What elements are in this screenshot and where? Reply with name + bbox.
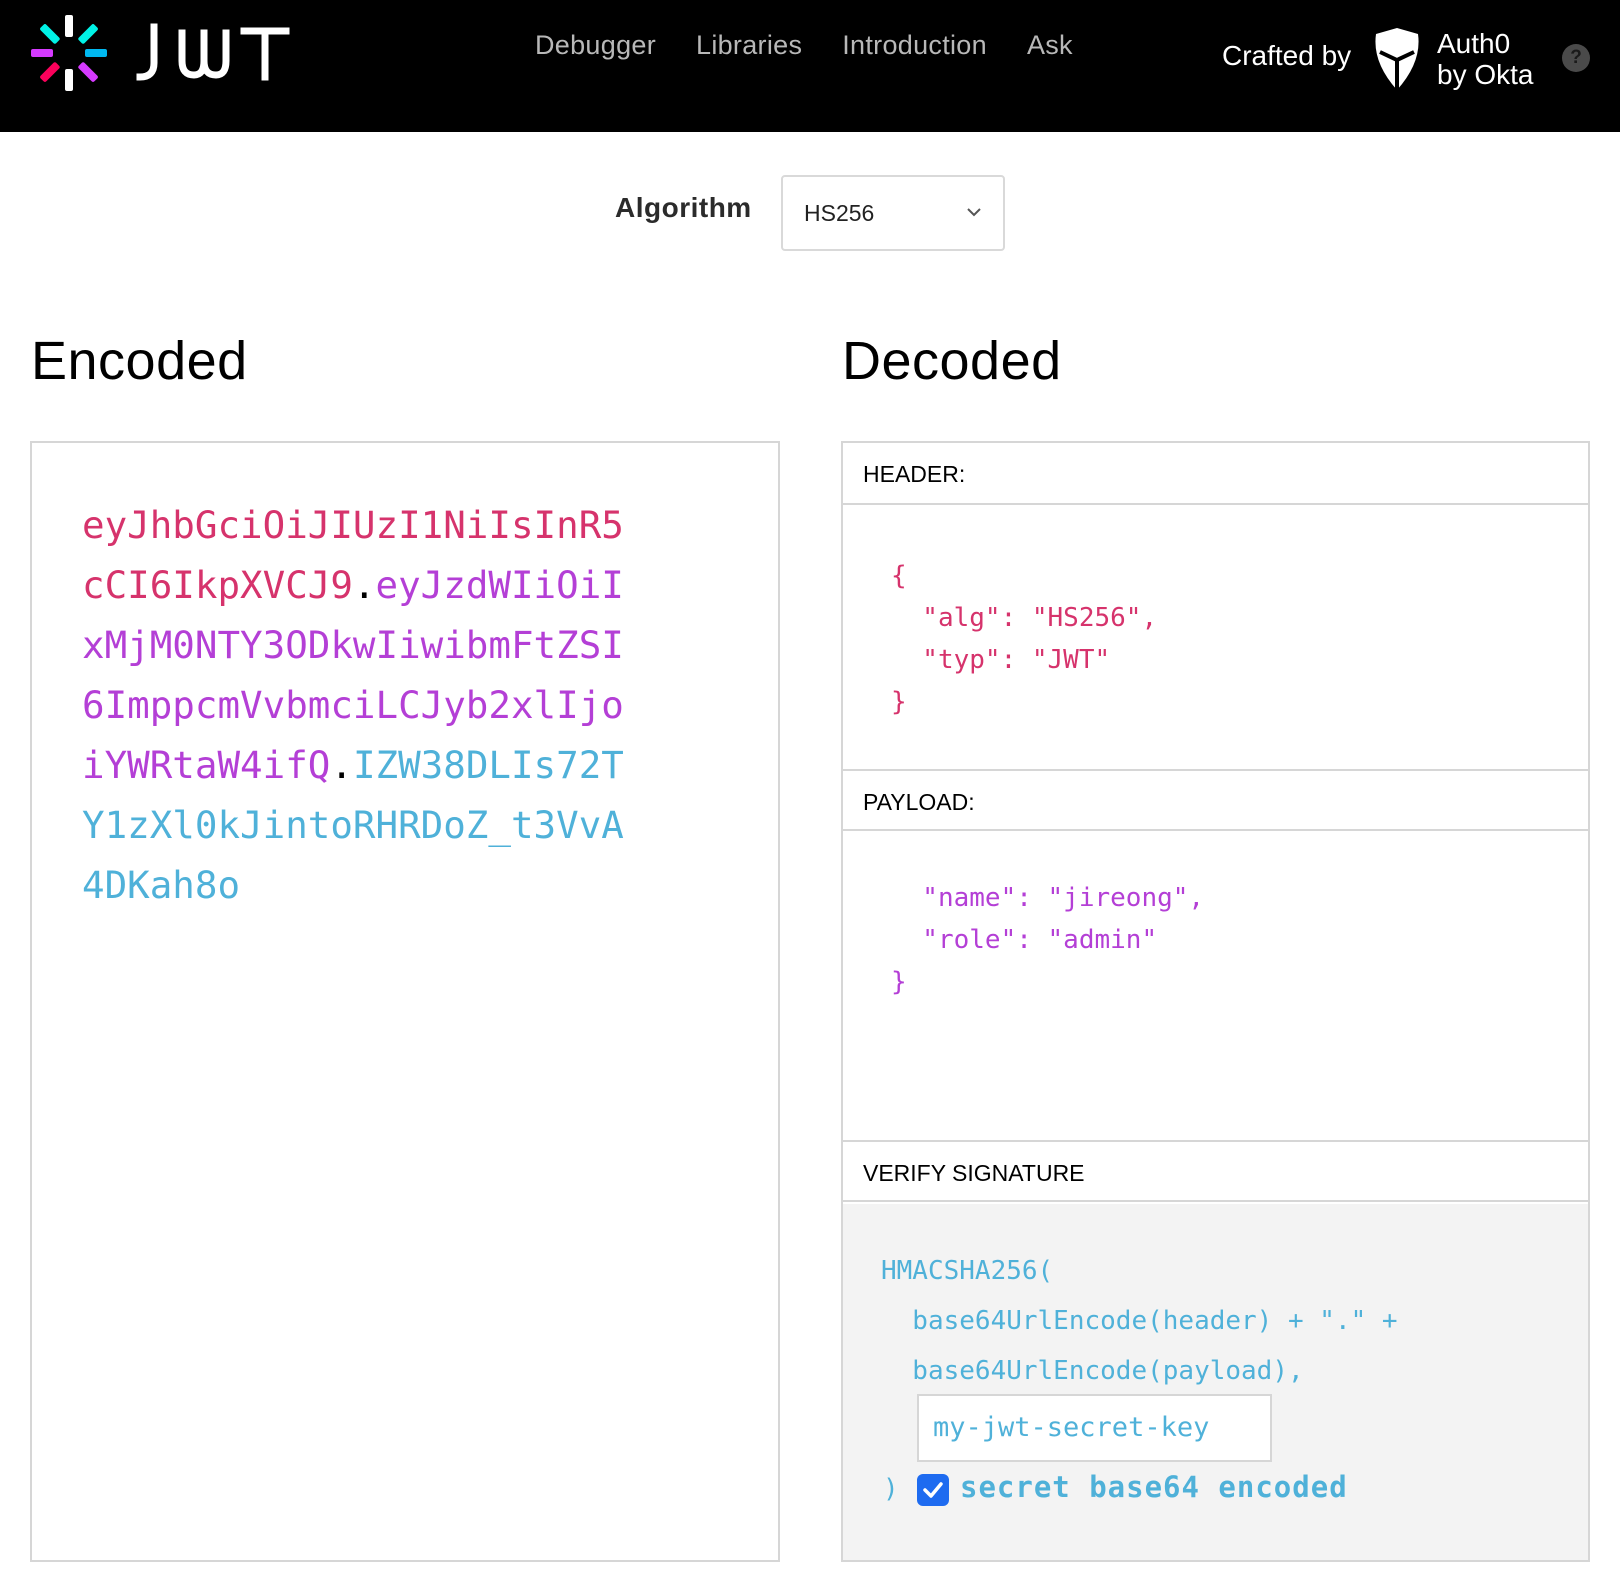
payload-json-line: } xyxy=(891,967,907,997)
algorithm-select[interactable]: HS256 xyxy=(781,175,1005,251)
verify-signature-body: HMACSHA256( base64UrlEncode(header) + ".… xyxy=(843,1204,1588,1560)
secret-key-input[interactable]: my-jwt-secret-key xyxy=(917,1394,1272,1462)
jwt-logo-icon xyxy=(31,15,107,91)
crafted-by-text: Crafted by xyxy=(1222,40,1352,71)
encoded-heading: Encoded xyxy=(31,331,248,391)
auth0-shield-icon[interactable] xyxy=(1370,26,1424,92)
header-json-line: } xyxy=(891,687,907,717)
payload-section-title: PAYLOAD: xyxy=(843,769,1588,831)
payload-json-editor[interactable]: "name": "jireong", "role": "admin"} xyxy=(891,877,1204,1003)
header-json-line: "alg": "HS256", xyxy=(891,603,1158,633)
decoded-heading: Decoded xyxy=(842,331,1062,391)
jwt-wordmark xyxy=(136,23,290,81)
nav-introduction[interactable]: Introduction xyxy=(842,30,987,61)
verify-code-line: base64UrlEncode(payload), xyxy=(881,1356,1304,1386)
encoded-token[interactable]: eyJhbGciOiJIUzI1NiIsInR5cCI6IkpXVCJ9.eyJ… xyxy=(82,495,642,915)
auth0-text-line1: Auth0 xyxy=(1437,28,1511,59)
verify-code-line: HMACSHA256( xyxy=(881,1256,1054,1286)
jwt-logo[interactable] xyxy=(28,12,292,94)
token-dot: . xyxy=(352,563,376,607)
header-json-line: "typ": "JWT" xyxy=(891,645,1111,675)
verify-signature-title: VERIFY SIGNATURE xyxy=(843,1140,1588,1202)
payload-json-line: "role": "admin" xyxy=(891,925,1158,955)
algorithm-label: Algorithm xyxy=(615,192,752,223)
main-nav: Debugger Libraries Introduction Ask xyxy=(535,30,1073,61)
secret-base64-label[interactable]: secret base64 encoded xyxy=(960,1470,1348,1504)
payload-json-line: "name": "jireong", xyxy=(891,883,1205,913)
encoded-token-editor[interactable]: eyJhbGciOiJIUzI1NiIsInR5cCI6IkpXVCJ9.eyJ… xyxy=(30,441,780,1562)
secret-base64-checkbox[interactable] xyxy=(917,1474,949,1506)
close-paren: ) xyxy=(883,1474,899,1504)
nav-debugger[interactable]: Debugger xyxy=(535,30,656,61)
header-json-editor[interactable]: { "alg": "HS256", "typ": "JWT"} xyxy=(891,555,1157,723)
nav-ask[interactable]: Ask xyxy=(1027,30,1073,61)
decoded-panel: HEADER: { "alg": "HS256", "typ": "JWT"} … xyxy=(841,441,1590,1562)
header-section-title: HEADER: xyxy=(843,443,1588,505)
auth0-text-line2: by Okta xyxy=(1437,59,1534,90)
nav-libraries[interactable]: Libraries xyxy=(696,30,802,61)
auth0-by-okta-text[interactable]: Auth0 by Okta xyxy=(1437,28,1533,90)
top-navbar: Debugger Libraries Introduction Ask Craf… xyxy=(0,0,1620,132)
checkmark-icon xyxy=(923,1482,943,1498)
chevron-down-icon xyxy=(967,208,981,217)
help-icon[interactable]: ? xyxy=(1562,44,1590,72)
token-dot: . xyxy=(330,743,353,787)
verify-code: HMACSHA256( base64UrlEncode(header) + ".… xyxy=(881,1246,1398,1396)
header-json-line: { xyxy=(891,561,907,591)
verify-code-line: base64UrlEncode(header) + "." + xyxy=(881,1306,1398,1336)
algorithm-selected-value: HS256 xyxy=(804,200,875,226)
